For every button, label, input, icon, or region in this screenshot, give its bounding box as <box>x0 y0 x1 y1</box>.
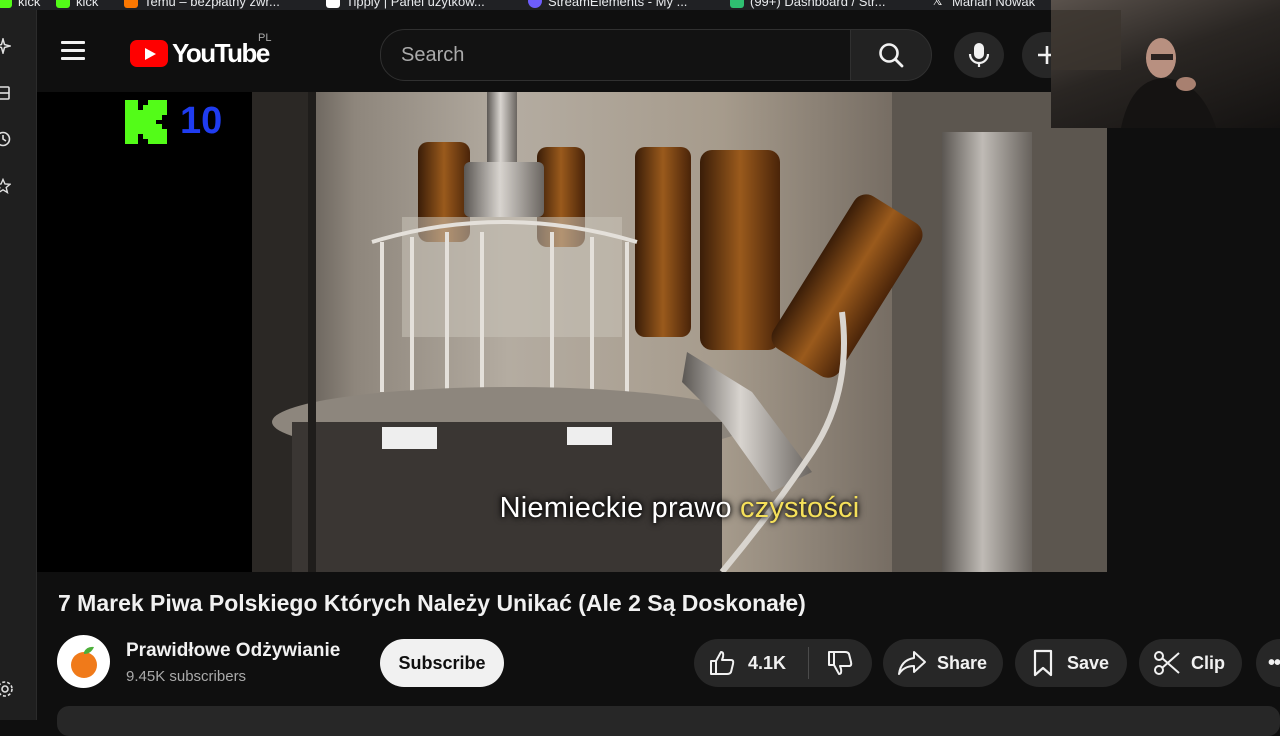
search-icon <box>879 43 904 68</box>
channel-avatar[interactable] <box>57 635 110 688</box>
like-count: 4.1K <box>748 652 787 673</box>
clip-label: Clip <box>1191 652 1225 673</box>
bookmark-streamelements[interactable]: StreamElements - My ... <box>528 0 687 9</box>
bookmark-tipply[interactable]: Tipply | Panel użytkow... <box>326 0 485 9</box>
search-box[interactable] <box>380 29 852 81</box>
thumbs-down-icon <box>828 651 853 675</box>
like-button[interactable]: 4.1K <box>694 639 808 687</box>
bookmark-label: Tipply | Panel użytkow... <box>346 0 485 9</box>
search-input[interactable] <box>381 42 843 68</box>
sparkle-icon[interactable] <box>0 37 12 55</box>
microphone-icon <box>968 43 990 67</box>
kick-icon <box>0 0 12 8</box>
bookmark-kick[interactable]: kick <box>0 0 40 9</box>
webcam-overlay <box>1051 0 1280 128</box>
like-dislike-bar: 4.1K <box>694 639 872 687</box>
video-player[interactable]: 10 Niemieckie prawo czystości <box>37 92 1107 572</box>
subscribe-button[interactable]: Subscribe <box>380 639 504 687</box>
gear-icon[interactable] <box>0 680 16 700</box>
bookmark-icon <box>1033 649 1053 677</box>
share-label: Share <box>937 652 988 673</box>
bookmark-label: kick <box>18 0 41 9</box>
kick-logo <box>125 100 167 144</box>
bookmark-label: kick <box>76 0 99 9</box>
share-button[interactable]: Share <box>883 639 1003 687</box>
youtube-logo[interactable]: YouTube PL <box>130 32 271 69</box>
tipply-icon <box>326 0 340 8</box>
bookmark-label: Marian Nowak <box>952 0 1036 9</box>
youtube-play-icon <box>130 40 168 67</box>
search-button[interactable] <box>850 29 932 81</box>
kick-icon <box>56 0 70 8</box>
bookmark-label: (99+) Dashboard / Str... <box>750 0 886 9</box>
channel-name[interactable]: Prawidłowe Odżywianie <box>126 640 340 662</box>
dashboard-icon <box>730 0 744 8</box>
bookmark-label: Temu – bezpłatny zwr... <box>144 0 280 9</box>
subtitle-text: Niemieckie prawo <box>499 492 740 524</box>
more-dots-icon: ••• <box>1268 651 1280 674</box>
bookmark-label: StreamElements - My ... <box>548 0 688 9</box>
subscriber-count: 9.45K subscribers <box>126 668 247 685</box>
dislike-button[interactable] <box>809 639 872 687</box>
country-code: PL <box>258 32 272 44</box>
browser-sidebar <box>0 10 37 720</box>
subtitle-highlight: czystości <box>739 492 860 524</box>
bookmark-x[interactable]: 𝕏 Marian Nowak <box>932 0 1035 9</box>
streamelements-icon <box>528 0 542 8</box>
overlay-number: 10 <box>180 100 223 142</box>
save-label: Save <box>1067 652 1110 673</box>
history-icon[interactable] <box>0 130 12 148</box>
bookmark-temu[interactable]: Temu – bezpłatny zwr... <box>124 0 280 9</box>
scissors-icon <box>1154 651 1180 675</box>
hamburger-icon[interactable] <box>57 34 89 66</box>
logo-text: YouTube <box>172 38 270 68</box>
share-icon <box>898 651 926 675</box>
voice-search-button[interactable] <box>954 32 1004 78</box>
clip-button[interactable]: Clip <box>1139 639 1242 687</box>
streamer-webcam <box>1051 10 1216 128</box>
description-box[interactable] <box>57 706 1280 736</box>
video-title: 7 Marek Piwa Polskiego Których Należy Un… <box>58 590 806 616</box>
bookmark-dashboard[interactable]: (99+) Dashboard / Str... <box>730 0 885 9</box>
apple-icon <box>70 646 97 678</box>
more-actions-button[interactable]: ••• <box>1256 639 1280 687</box>
save-button[interactable]: Save <box>1015 639 1127 687</box>
bookmark-kick-2[interactable]: kick <box>56 0 98 9</box>
video-subtitle: Niemieckie prawo czystości <box>252 492 1107 525</box>
x-icon: 𝕏 <box>932 0 943 8</box>
video-frame: Niemieckie prawo czystości <box>252 92 1107 572</box>
bookmarks-icon[interactable] <box>0 177 12 195</box>
reading-list-icon[interactable] <box>0 84 12 102</box>
thumbs-up-icon <box>710 651 735 675</box>
temu-icon <box>124 0 138 8</box>
